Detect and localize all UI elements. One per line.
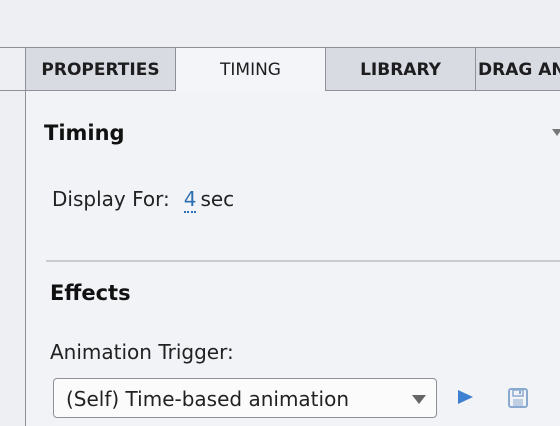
chevron-down-icon[interactable] <box>552 129 560 136</box>
tab-bar-left-stub <box>0 48 26 90</box>
tab-drag-and-drop[interactable]: DRAG AN <box>476 48 560 90</box>
display-for-label: Display For: <box>52 187 170 211</box>
effects-section-title: Effects <box>50 281 131 305</box>
left-gutter <box>0 91 25 426</box>
play-icon[interactable] <box>458 390 473 404</box>
dropdown-arrow-icon <box>412 395 426 404</box>
tab-library[interactable]: LIBRARY <box>326 48 476 90</box>
section-divider <box>46 260 560 262</box>
animation-trigger-select[interactable]: (Self) Time-based animation <box>53 378 437 418</box>
panel-tab-bar: PROPERTIES TIMING LIBRARY DRAG AN <box>0 47 560 92</box>
tab-properties[interactable]: PROPERTIES <box>26 48 176 90</box>
save-icon[interactable] <box>508 388 528 408</box>
display-for-row: Display For: 4 sec <box>52 187 235 213</box>
animation-trigger-label: Animation Trigger: <box>50 340 234 364</box>
timing-panel: Timing Display For: 4 sec Effects Animatio… <box>26 91 560 426</box>
timing-section-title: Timing <box>44 121 125 145</box>
animation-trigger-selected-value: (Self) Time-based animation <box>66 387 349 411</box>
tab-timing[interactable]: TIMING <box>176 48 326 92</box>
display-duration-unit: sec <box>200 187 235 211</box>
display-duration-value[interactable]: 4 <box>183 187 197 213</box>
top-toolbar-area <box>0 0 560 47</box>
